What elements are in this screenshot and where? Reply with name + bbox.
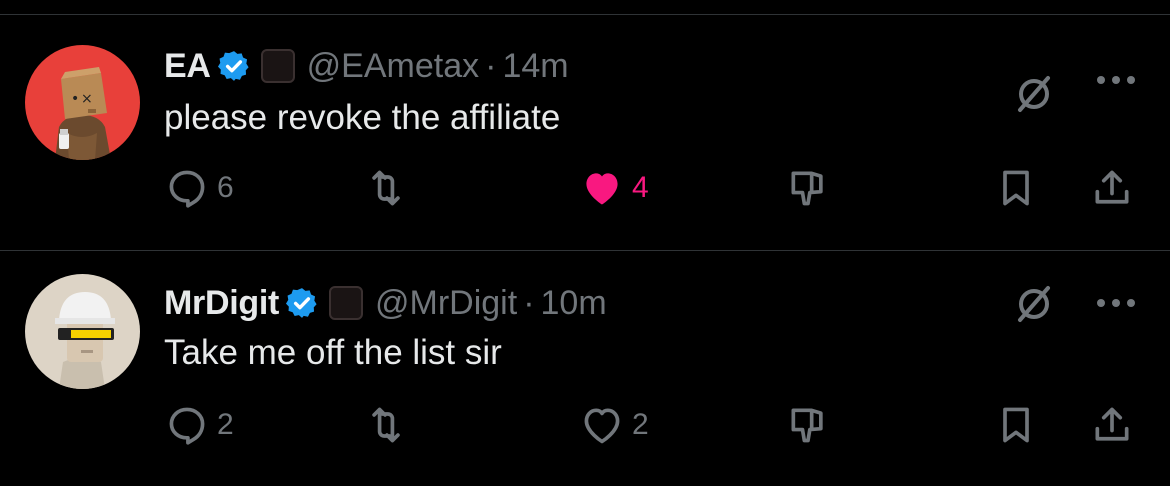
tweet-header: EA @EAmetax · 14m: [164, 44, 569, 88]
tweet[interactable]: MrDigit @MrDigit · 10m Take me off the l…: [0, 251, 1170, 486]
tweet[interactable]: • × EA @EAmetax · 14m please revoke the …: [0, 14, 1170, 251]
reply-count: 2: [217, 408, 234, 441]
grok-icon[interactable]: [1014, 74, 1054, 114]
affiliate-badge-icon[interactable]: [260, 49, 295, 83]
bookmark-button[interactable]: [994, 166, 1038, 210]
thumbs-down-icon: [791, 171, 823, 206]
share-button[interactable]: [1090, 403, 1134, 447]
handle[interactable]: @MrDigit: [375, 284, 517, 323]
like-count: 2: [632, 408, 649, 441]
like-button[interactable]: 4: [580, 166, 649, 210]
separator-dot: ·: [523, 283, 535, 322]
share-button[interactable]: [1090, 166, 1134, 210]
more-options-icon[interactable]: [1094, 72, 1138, 88]
like-button[interactable]: 2: [580, 403, 649, 447]
repost-button[interactable]: [364, 166, 408, 210]
separator-dot: ·: [485, 46, 497, 85]
tweet-text: please revoke the affiliate: [164, 98, 561, 137]
grok-icon[interactable]: [1014, 284, 1054, 324]
heart-filled-icon: [586, 173, 618, 205]
handle[interactable]: @EAmetax: [307, 47, 479, 86]
box-head-character-avatar-icon: • ×: [25, 45, 140, 160]
verified-badge-icon[interactable]: [217, 49, 251, 83]
affiliate-badge-icon[interactable]: [329, 286, 363, 320]
heart-outline-icon: [584, 408, 620, 444]
downvote-button[interactable]: [786, 166, 830, 210]
repost-icon: [372, 170, 400, 206]
hardhat-visor-character-avatar-icon: [25, 274, 140, 389]
tweet-text: Take me off the list sir: [164, 333, 502, 372]
thumbs-down-icon: [791, 408, 823, 443]
like-count: 4: [632, 171, 649, 204]
bookmark-icon: [1003, 170, 1029, 206]
share-icon: [1095, 407, 1129, 441]
more-options-icon[interactable]: [1094, 295, 1138, 311]
reply-button[interactable]: 2: [165, 403, 234, 447]
reply-icon: [169, 407, 205, 445]
tweet-header: MrDigit @MrDigit · 10m: [164, 281, 607, 325]
svg-text:•: •: [71, 91, 79, 107]
display-name[interactable]: MrDigit: [164, 284, 279, 323]
top-divider: [0, 0, 1170, 15]
verified-badge-icon[interactable]: [285, 286, 319, 320]
timestamp[interactable]: 10m: [541, 284, 607, 323]
downvote-button[interactable]: [786, 403, 830, 447]
share-icon: [1095, 170, 1129, 204]
bookmark-button[interactable]: [994, 403, 1038, 447]
reply-button[interactable]: 6: [165, 166, 234, 210]
avatar[interactable]: • ×: [25, 45, 140, 160]
repost-icon: [372, 407, 400, 443]
timestamp[interactable]: 14m: [502, 47, 568, 86]
reply-icon: [169, 170, 205, 208]
bookmark-icon: [1003, 407, 1029, 443]
display-name[interactable]: EA: [164, 47, 211, 86]
avatar[interactable]: [25, 274, 140, 389]
svg-text:×: ×: [81, 91, 93, 107]
reply-count: 6: [217, 171, 234, 204]
repost-button[interactable]: [364, 403, 408, 447]
